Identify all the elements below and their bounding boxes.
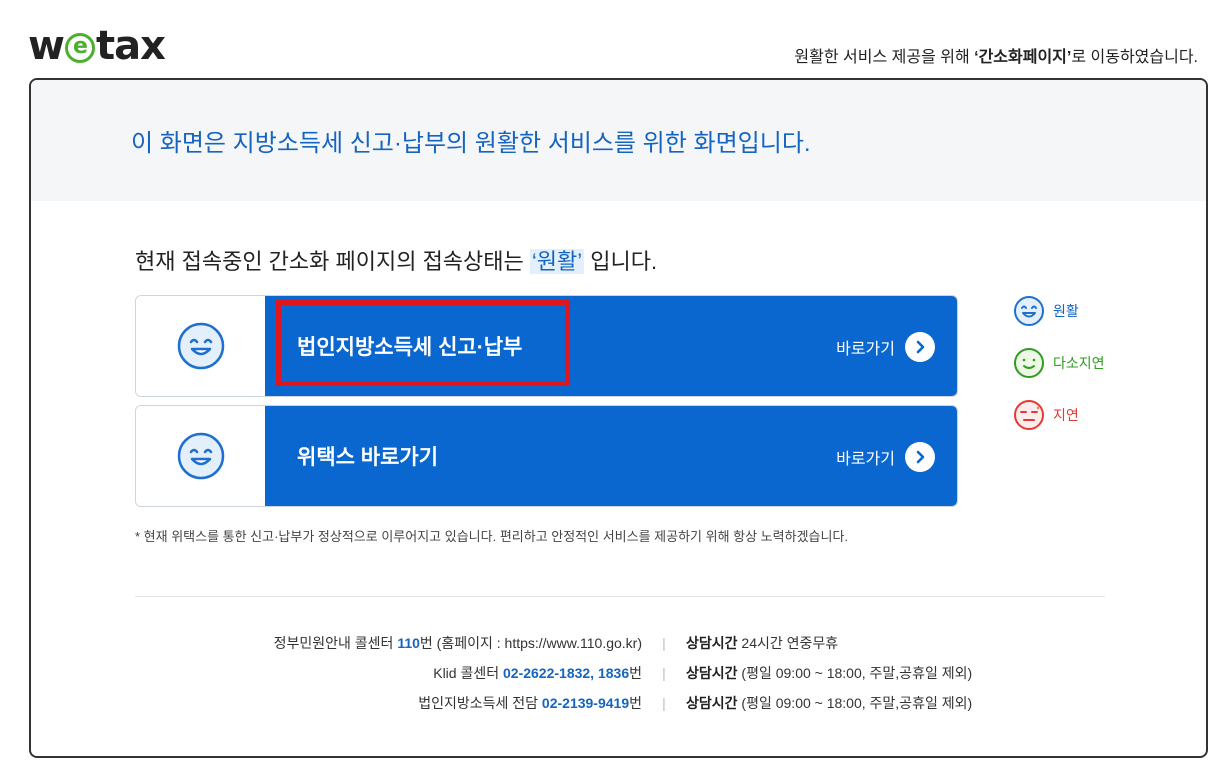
contact-left: 정부민원안내 콜센터 110번 (홈페이지 : https://www.110.… bbox=[135, 633, 642, 653]
divider bbox=[135, 596, 1105, 597]
hours-value: (평일 09:00 ~ 18:00, 주말,공휴일 제외) bbox=[737, 665, 973, 681]
contact-left: Klid 콜센터 02-2622-1832, 1836번 bbox=[135, 663, 642, 683]
chevron-right-icon bbox=[905, 332, 935, 362]
contact-number[interactable]: 02-2139-9419 bbox=[542, 695, 629, 711]
separator: | bbox=[662, 695, 666, 711]
notice-text: * 현재 위택스를 통한 신고·납부가 정상적으로 이루어지고 있습니다. 편리… bbox=[135, 529, 849, 544]
separator: | bbox=[662, 635, 666, 651]
legend-label: 원활 bbox=[1053, 303, 1079, 319]
neutral-face-icon bbox=[1014, 348, 1044, 378]
logo-prefix: w bbox=[28, 23, 65, 69]
hours-label: 상담시간 bbox=[686, 635, 738, 651]
contact-number[interactable]: 110 bbox=[397, 635, 420, 651]
contact-hours: 상담시간 (평일 09:00 ~ 18:00, 주말,공휴일 제외) bbox=[686, 693, 1105, 713]
smile-face-icon bbox=[1014, 296, 1044, 326]
sad-face-icon bbox=[1014, 400, 1044, 430]
status-suffix: 입니다. bbox=[584, 249, 658, 274]
legend-item-delayed: 지연 bbox=[1013, 398, 1105, 432]
contact-left: 법인지방소득세 전담 02-2139-9419번 bbox=[135, 693, 642, 713]
chevron-right-icon bbox=[905, 442, 935, 472]
card-face-box bbox=[136, 296, 265, 396]
separator: | bbox=[662, 665, 666, 681]
contact-pre: 정부민원안내 콜센터 bbox=[273, 635, 398, 651]
card-link-area[interactable]: 위택스 바로가기 바로가기 bbox=[265, 406, 957, 506]
card-wetax-link[interactable]: 위택스 바로가기 바로가기 bbox=[135, 405, 958, 507]
hours-value: (평일 09:00 ~ 18:00, 주말,공휴일 제외) bbox=[737, 695, 973, 711]
redirect-suffix: 로 이동하였습니다. bbox=[1071, 49, 1198, 66]
contact-row: Klid 콜센터 02-2622-1832, 1836번 | 상담시간 (평일 … bbox=[135, 658, 1105, 688]
go-label: 바로가기 bbox=[836, 451, 895, 468]
contact-pre: Klid 콜센터 bbox=[433, 665, 503, 681]
go-button[interactable]: 바로가기 bbox=[836, 332, 935, 362]
go-label: 바로가기 bbox=[836, 341, 895, 358]
status-legend: 원활 다소지연 지연 bbox=[1013, 294, 1105, 450]
panel-header: 이 화면은 지방소득세 신고·납부의 원활한 서비스를 위한 화면입니다. bbox=[31, 80, 1206, 201]
red-highlight-box bbox=[276, 300, 570, 386]
smile-face-icon bbox=[177, 432, 224, 480]
redirect-bold: ‘간소화페이지’ bbox=[974, 49, 1072, 66]
legend-item-delayed-slightly: 다소지연 bbox=[1013, 346, 1105, 380]
status-prefix: 현재 접속중인 간소화 페이지의 접속상태는 bbox=[135, 249, 530, 274]
wetax-logo[interactable]: w e tax bbox=[28, 23, 166, 69]
contact-pre: 법인지방소득세 전담 bbox=[418, 695, 542, 711]
go-button[interactable]: 바로가기 bbox=[836, 442, 935, 472]
top-bar: w e tax 원활한 서비스 제공을 위해 ‘간소화페이지’로 이동하였습니다. bbox=[0, 0, 1231, 76]
card-title: 위택스 바로가기 bbox=[297, 446, 439, 469]
logo-e-icon: e bbox=[64, 33, 95, 63]
contact-hours: 상담시간 24시간 연중무휴 bbox=[686, 633, 1105, 653]
legend-label: 다소지연 bbox=[1053, 355, 1105, 371]
logo-suffix: tax bbox=[95, 23, 166, 69]
contact-hours: 상담시간 (평일 09:00 ~ 18:00, 주말,공휴일 제외) bbox=[686, 663, 1105, 683]
contact-row: 정부민원안내 콜센터 110번 (홈페이지 : https://www.110.… bbox=[135, 628, 1105, 658]
main-panel: 이 화면은 지방소득세 신고·납부의 원활한 서비스를 위한 화면입니다. 현재… bbox=[29, 78, 1208, 758]
status-value: ‘원활’ bbox=[529, 249, 585, 274]
contacts-block: 정부민원안내 콜센터 110번 (홈페이지 : https://www.110.… bbox=[135, 628, 1105, 718]
contact-number[interactable]: 02-2622-1832, 1836 bbox=[503, 665, 629, 681]
page-title: 이 화면은 지방소득세 신고·납부의 원활한 서비스를 위한 화면입니다. bbox=[131, 130, 811, 157]
legend-item-smooth: 원활 bbox=[1013, 294, 1105, 328]
card-face-box bbox=[136, 406, 265, 506]
hours-label: 상담시간 bbox=[686, 695, 738, 711]
contact-post: 번 (홈페이지 : https://www.110.go.kr) bbox=[419, 635, 642, 651]
redirect-message: 원활한 서비스 제공을 위해 ‘간소화페이지’로 이동하였습니다. bbox=[794, 43, 1198, 67]
redirect-prefix: 원활한 서비스 제공을 위해 bbox=[794, 49, 975, 66]
hours-label: 상담시간 bbox=[686, 665, 738, 681]
contact-row: 법인지방소득세 전담 02-2139-9419번 | 상담시간 (평일 09:0… bbox=[135, 688, 1105, 718]
contact-post: 번 bbox=[629, 665, 642, 681]
legend-label: 지연 bbox=[1053, 407, 1079, 423]
smile-face-icon bbox=[177, 322, 224, 370]
hours-value: 24시간 연중무휴 bbox=[737, 635, 839, 651]
contact-post: 번 bbox=[629, 695, 642, 711]
status-line: 현재 접속중인 간소화 페이지의 접속상태는 ‘원활’ 입니다. bbox=[135, 244, 657, 276]
